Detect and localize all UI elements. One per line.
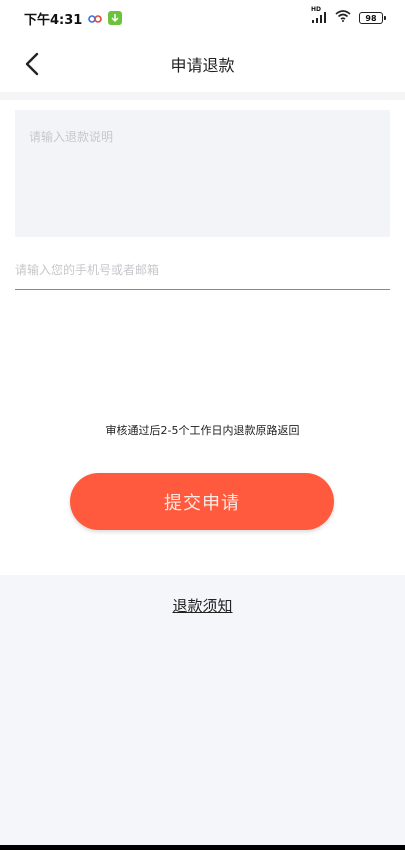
download-notification-icon — [108, 11, 123, 25]
refund-policy-link[interactable]: 退款须知 — [0, 595, 405, 616]
network-type-label: HD — [311, 6, 322, 13]
battery-level: 98 — [365, 13, 377, 23]
status-bar: 下午4:31 HD 98 — [0, 0, 405, 36]
wifi-icon — [335, 10, 351, 26]
back-button[interactable] — [18, 50, 46, 78]
page-title: 申请退款 — [170, 56, 235, 75]
refund-hint-text: 审核通过后2-5个工作日内退款原路返回 — [105, 424, 300, 437]
status-time: 下午4:31 — [24, 12, 83, 28]
bottom-section: 退款须知 — [0, 575, 405, 845]
bottom-edge — [0, 845, 405, 850]
contact-input[interactable] — [15, 250, 390, 290]
chevron-left-icon — [25, 52, 39, 76]
status-right: HD 98 — [311, 6, 386, 26]
signal-icon: HD — [311, 6, 327, 24]
app-notification-icon — [88, 13, 103, 23]
submit-button[interactable]: 提交申请 — [70, 473, 334, 530]
battery-icon: 98 — [359, 12, 386, 24]
status-left: 下午4:31 — [24, 9, 123, 28]
nav-bar: 申请退款 — [0, 36, 405, 92]
refund-note-input[interactable] — [15, 110, 390, 237]
header-divider — [0, 92, 405, 100]
